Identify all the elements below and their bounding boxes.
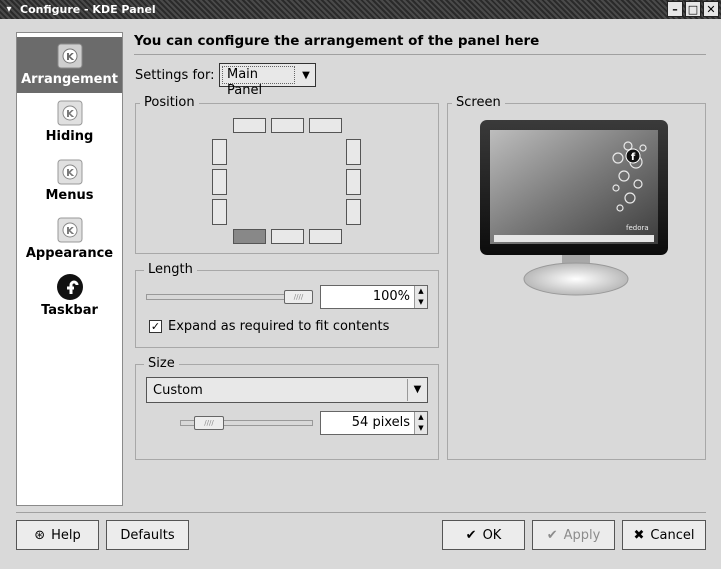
sidebar-item-label: Hiding xyxy=(45,129,94,144)
ok-button[interactable]: ✔ OK xyxy=(442,520,525,550)
expand-checkbox[interactable]: ✓ xyxy=(149,320,162,333)
size-slider-handle[interactable]: //// xyxy=(194,416,224,430)
size-pixels-value: 54 pixels xyxy=(351,415,410,430)
defaults-button-label: Defaults xyxy=(120,527,175,543)
fedora-icon xyxy=(56,274,83,300)
spin-down-icon[interactable]: ▼ xyxy=(415,423,427,434)
apply-icon: ✔ xyxy=(546,527,558,543)
minimize-icon[interactable]: – xyxy=(667,1,683,17)
settings-for-value: Main Panel xyxy=(222,66,295,98)
position-right-top[interactable] xyxy=(346,139,361,165)
kde-gear-icon: K xyxy=(57,100,82,126)
maximize-icon[interactable]: □ xyxy=(685,1,701,17)
settings-for-select[interactable]: Main Panel ▼ xyxy=(219,63,316,98)
position-top-center[interactable] xyxy=(271,118,304,133)
expand-label: Expand as required to fit contents xyxy=(168,319,390,334)
sidebar-item-label: Arrangement xyxy=(21,72,118,87)
title-bar: ▾ Configure - KDE Panel – □ ✕ xyxy=(0,0,721,19)
svg-text:K: K xyxy=(66,226,75,237)
kde-gear-icon: K xyxy=(57,43,82,69)
position-left-top[interactable] xyxy=(212,139,227,165)
chevron-down-icon: ▼ xyxy=(302,69,310,81)
cancel-button-label: Cancel xyxy=(650,527,695,543)
cancel-icon: ✖ xyxy=(633,527,645,543)
close-icon[interactable]: ✕ xyxy=(703,1,719,17)
divider xyxy=(16,512,706,513)
position-bottom-center[interactable] xyxy=(271,229,304,244)
help-icon: ⊛ xyxy=(34,527,46,543)
apply-button[interactable]: ✔ Apply xyxy=(532,520,615,550)
position-top-right[interactable] xyxy=(309,118,342,133)
help-button-label: Help xyxy=(51,527,81,543)
help-button[interactable]: ⊛ Help xyxy=(16,520,99,550)
page-title: You can configure the arrangement of the… xyxy=(134,33,540,49)
cancel-button[interactable]: ✖ Cancel xyxy=(622,520,706,550)
divider xyxy=(134,54,706,55)
svg-text:f: f xyxy=(631,152,636,163)
svg-text:K: K xyxy=(66,168,75,179)
length-spinbox[interactable]: 100% ▲ ▼ xyxy=(320,285,428,309)
length-group xyxy=(135,270,439,348)
sidebar-item-label: Appearance xyxy=(25,246,114,261)
position-bottom-left[interactable] xyxy=(233,229,266,244)
kde-gear-icon: K xyxy=(57,217,82,243)
position-left-bottom[interactable] xyxy=(212,199,227,225)
sidebar-item-label: Taskbar xyxy=(41,303,98,318)
kde-gear-icon: K xyxy=(57,159,82,185)
spin-up-icon[interactable]: ▲ xyxy=(415,286,427,297)
size-spinbox[interactable]: 54 pixels ▲ ▼ xyxy=(320,411,428,435)
size-title: Size xyxy=(144,356,179,371)
size-select[interactable]: Custom ▼ xyxy=(146,377,428,403)
position-left-middle[interactable] xyxy=(212,169,227,195)
position-right-bottom[interactable] xyxy=(346,199,361,225)
ok-button-label: OK xyxy=(482,527,502,543)
svg-text:K: K xyxy=(66,52,75,63)
screen-brand: fedora xyxy=(626,224,649,232)
position-title: Position xyxy=(140,95,199,110)
sidebar-item-arrangement[interactable]: K Arrangement xyxy=(17,37,122,93)
screen-title: Screen xyxy=(452,95,505,110)
size-select-value: Custom xyxy=(153,382,203,398)
monitor-preview: f fedora xyxy=(480,120,668,296)
position-top-left[interactable] xyxy=(233,118,266,133)
svg-text:K: K xyxy=(66,109,75,120)
sidebar-item-label: Menus xyxy=(45,188,94,203)
settings-for-label: Settings for: xyxy=(135,68,215,83)
sidebar-item-appearance[interactable]: K Appearance xyxy=(17,216,122,261)
position-right-middle[interactable] xyxy=(346,169,361,195)
window-menu-icon[interactable]: ▾ xyxy=(0,0,18,19)
sidebar-item-taskbar[interactable]: Taskbar xyxy=(17,273,122,318)
spin-down-icon[interactable]: ▼ xyxy=(415,297,427,308)
spin-up-icon[interactable]: ▲ xyxy=(415,412,427,423)
length-slider-handle[interactable]: //// xyxy=(284,290,313,304)
position-bottom-right[interactable] xyxy=(309,229,342,244)
window-controls: – □ ✕ xyxy=(667,1,719,17)
sidebar-item-menus[interactable]: K Menus xyxy=(17,158,122,203)
length-title: Length xyxy=(144,262,197,277)
sidebar-item-hiding[interactable]: K Hiding xyxy=(17,99,122,144)
apply-button-label: Apply xyxy=(563,527,601,543)
ok-icon: ✔ xyxy=(465,527,477,543)
window-title: Configure - KDE Panel xyxy=(20,3,156,16)
defaults-button[interactable]: Defaults xyxy=(106,520,189,550)
chevron-down-icon: ▼ xyxy=(407,379,427,401)
length-value: 100% xyxy=(372,289,410,304)
sidebar: K Arrangement K Hiding K Menus K Appeara… xyxy=(16,32,123,506)
